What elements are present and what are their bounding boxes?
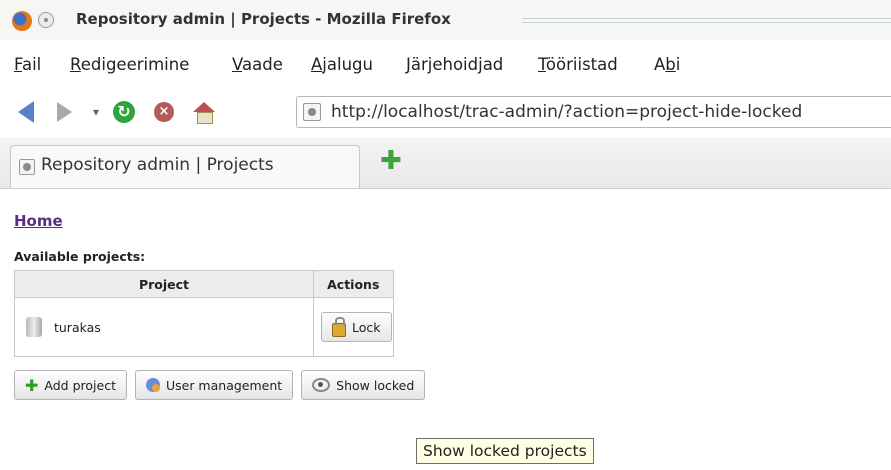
history-dropdown[interactable]: ▾ [84, 100, 108, 124]
back-button[interactable] [14, 100, 38, 124]
table-header-row: Project Actions [14, 270, 394, 298]
title-divider [522, 18, 891, 19]
available-projects-heading: Available projects: [14, 249, 146, 264]
menu-history[interactable]: Ajalugu [311, 55, 373, 74]
window-title: Repository admin | Projects - Mozilla Fi… [76, 10, 451, 28]
table-row: turakas Lock [14, 297, 394, 357]
chevron-down-icon: ▾ [92, 105, 100, 119]
repository-icon [26, 317, 42, 337]
show-locked-label: Show locked [336, 377, 415, 393]
show-locked-tooltip: Show locked projects [416, 438, 594, 464]
menu-edit[interactable]: Redigeerimine [70, 55, 189, 74]
home-link[interactable]: Home [14, 212, 63, 230]
home-button[interactable] [192, 100, 216, 124]
back-arrow-icon [18, 101, 34, 123]
plus-icon: ✚ [25, 375, 39, 395]
stop-icon: × [154, 102, 174, 122]
lock-icon [332, 317, 346, 337]
show-locked-button[interactable]: Show locked [301, 370, 426, 400]
tab-bar: Repository admin | Projects ✚ [0, 138, 891, 189]
new-tab-plus-icon[interactable]: ✚ [380, 148, 402, 174]
firefox-logo-icon [12, 11, 32, 31]
tab-favicon-icon [19, 159, 35, 175]
actions-cell: Lock [313, 297, 394, 357]
menu-view[interactable]: Vaade [232, 55, 283, 74]
column-header-actions: Actions [313, 270, 394, 298]
url-text[interactable]: http://localhost/trac-admin/?action=proj… [331, 102, 802, 122]
user-management-label: User management [165, 377, 283, 393]
window-menu-button[interactable] [38, 12, 54, 28]
menu-help[interactable]: Abi [654, 55, 680, 74]
reload-button[interactable]: ↻ [112, 100, 136, 124]
user-management-button[interactable]: User management [134, 370, 294, 400]
home-icon [193, 102, 215, 124]
eye-icon [312, 378, 331, 392]
site-identity-icon[interactable] [303, 103, 321, 121]
tab-label: Repository admin | Projects [41, 155, 274, 175]
reload-icon: ↻ [113, 101, 135, 123]
projects-table: Project Actions turakas Lock [14, 270, 394, 357]
user-icon [145, 378, 160, 392]
lock-button-label: Lock [352, 319, 381, 335]
window-titlebar: Repository admin | Projects - Mozilla Fi… [0, 0, 891, 40]
menu-bookmarks[interactable]: Järjehoidjad [406, 55, 503, 74]
lock-button[interactable]: Lock [321, 312, 392, 342]
address-bar[interactable]: http://localhost/trac-admin/?action=proj… [296, 96, 891, 128]
stop-button[interactable]: × [152, 100, 176, 124]
forward-arrow-icon [56, 102, 72, 122]
menu-tools[interactable]: Tööriistad [538, 55, 618, 74]
project-action-buttons: ✚ Add project User management Show locke… [14, 370, 426, 400]
menu-bar: Fail Redigeerimine Vaade Ajalugu Järjeho… [0, 44, 891, 84]
title-divider [522, 22, 891, 23]
column-header-project: Project [14, 270, 314, 298]
add-project-button[interactable]: ✚ Add project [14, 370, 127, 400]
project-cell: turakas [14, 297, 314, 357]
navigation-toolbar: ▾ ↻ × http://localhost/trac-admin/?actio… [0, 88, 891, 136]
forward-button[interactable] [52, 100, 76, 124]
project-name: turakas [53, 319, 101, 335]
menu-file[interactable]: Fail [14, 55, 41, 74]
tab-repository-admin[interactable]: Repository admin | Projects [10, 145, 360, 188]
add-project-label: Add project [44, 377, 116, 393]
